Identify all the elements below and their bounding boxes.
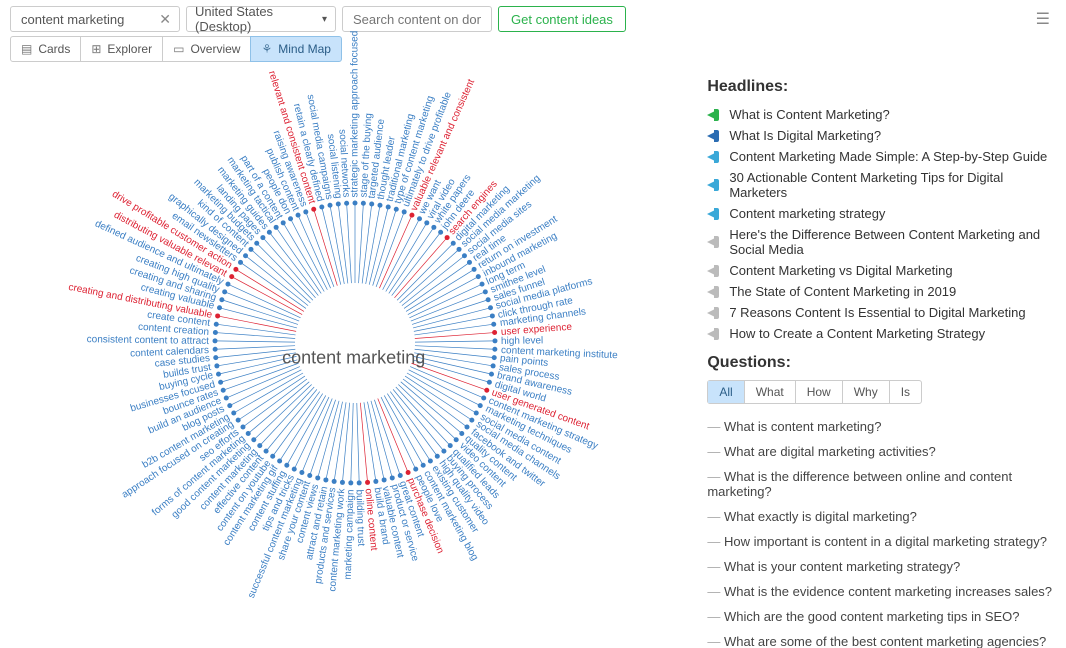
question-tabs: AllWhatHowWhyIs (707, 380, 922, 404)
get-ideas-button[interactable]: Get content ideas (498, 6, 626, 32)
megaphone-icon (707, 208, 721, 220)
keyword-input-wrap[interactable]: ✕ (10, 6, 180, 32)
question-item[interactable]: What is content marketing? (707, 414, 1056, 439)
question-item[interactable]: How important is content in a digital ma… (707, 529, 1056, 554)
megaphone-icon (707, 286, 721, 298)
tab-mind-map[interactable]: ⚘ Mind Map (250, 36, 341, 62)
headline-item[interactable]: Content marketing strategy (707, 203, 1056, 224)
tab-explorer[interactable]: ⊞ Explorer (80, 36, 163, 62)
question-item[interactable]: Which are the good content marketing tip… (707, 604, 1056, 629)
headline-text: Content Marketing Made Simple: A Step-by… (729, 149, 1047, 164)
question-tab-all[interactable]: All (708, 381, 744, 403)
megaphone-icon (707, 179, 721, 191)
megaphone-icon (707, 130, 721, 142)
headlines-list: What is Content Marketing? What Is Digita… (707, 104, 1056, 344)
overview-icon: ▭ (173, 42, 184, 56)
headline-text: Content Marketing vs Digital Marketing (729, 263, 952, 278)
domain-input-wrap[interactable] (342, 6, 492, 32)
list-view-icon[interactable]: ☰ (1036, 9, 1056, 29)
clear-icon[interactable]: ✕ (159, 11, 171, 28)
headline-text: Content marketing strategy (729, 206, 885, 221)
question-item[interactable]: What is your content marketing strategy? (707, 554, 1056, 579)
headline-item[interactable]: 30 Actionable Content Marketing Tips for… (707, 167, 1056, 203)
question-tab-is[interactable]: Is (890, 381, 921, 403)
tab-label: Mind Map (278, 42, 331, 56)
toolbar: ✕ United States (Desktop) ▾ Get content … (0, 0, 1066, 36)
question-tab-how[interactable]: How (796, 381, 843, 403)
region-select[interactable]: United States (Desktop) ▾ (186, 6, 336, 32)
tab-overview[interactable]: ▭ Overview (162, 36, 251, 62)
questions-list: What is content marketing?What are digit… (707, 414, 1056, 648)
tab-cards[interactable]: ▤ Cards (10, 36, 81, 62)
headline-item[interactable]: Content Marketing Made Simple: A Step-by… (707, 146, 1056, 167)
domain-input[interactable] (351, 11, 483, 28)
headline-text: How to Create a Content Marketing Strate… (729, 326, 985, 341)
headline-item[interactable]: 7 Reasons Content Is Essential to Digita… (707, 302, 1056, 323)
mind-map-chart[interactable]: content marketing strategic marketing ap… (10, 68, 697, 648)
question-tab-why[interactable]: Why (843, 381, 890, 403)
headline-item[interactable]: What is Content Marketing? (707, 104, 1056, 125)
question-item[interactable]: What is the difference between online an… (707, 464, 1056, 504)
question-item[interactable]: What are digital marketing activities? (707, 439, 1056, 464)
side-panel: Headlines: What is Content Marketing?Wha… (697, 68, 1056, 648)
question-item[interactable]: What exactly is digital marketing? (707, 504, 1056, 529)
question-item[interactable]: What are some of the best content market… (707, 629, 1056, 648)
headline-text: What Is Digital Marketing? (729, 128, 881, 143)
explorer-icon: ⊞ (91, 42, 101, 56)
headline-text: 30 Actionable Content Marketing Tips for… (729, 170, 1056, 200)
headline-item[interactable]: How to Create a Content Marketing Strate… (707, 323, 1056, 344)
keyword-input[interactable] (19, 11, 153, 28)
headline-item[interactable]: The State of Content Marketing in 2019 (707, 281, 1056, 302)
megaphone-icon (707, 265, 721, 277)
view-tabs: ▤ Cards ⊞ Explorer ▭ Overview ⚘ Mind Map (0, 36, 1066, 68)
questions-title: Questions: (707, 354, 1056, 372)
main-content: content marketing strategic marketing ap… (0, 68, 1066, 648)
headline-text: The State of Content Marketing in 2019 (729, 284, 956, 299)
chart-center-label: content marketing (282, 348, 425, 369)
tab-label: Cards (38, 42, 70, 56)
chevron-down-icon: ▾ (322, 14, 327, 25)
tab-label: Overview (190, 42, 240, 56)
cards-icon: ▤ (21, 42, 32, 56)
headline-text: What is Content Marketing? (729, 107, 889, 122)
megaphone-icon (707, 151, 721, 163)
tab-label: Explorer (107, 42, 152, 56)
megaphone-icon (707, 109, 721, 121)
headlines-title: Headlines: (707, 78, 1056, 96)
megaphone-icon (707, 307, 721, 319)
question-item[interactable]: What is the evidence content marketing i… (707, 579, 1056, 604)
headline-item[interactable]: Content Marketing vs Digital Marketing (707, 260, 1056, 281)
region-value: United States (Desktop) (195, 4, 322, 34)
mind-map-icon: ⚘ (261, 42, 272, 56)
headline-text: Here's the Difference Between Content Ma… (729, 227, 1056, 257)
megaphone-icon (707, 236, 721, 248)
question-tab-what[interactable]: What (745, 381, 796, 403)
headline-item[interactable]: What Is Digital Marketing? (707, 125, 1056, 146)
headline-item[interactable]: Here's the Difference Between Content Ma… (707, 224, 1056, 260)
megaphone-icon (707, 328, 721, 340)
headline-text: 7 Reasons Content Is Essential to Digita… (729, 305, 1025, 320)
